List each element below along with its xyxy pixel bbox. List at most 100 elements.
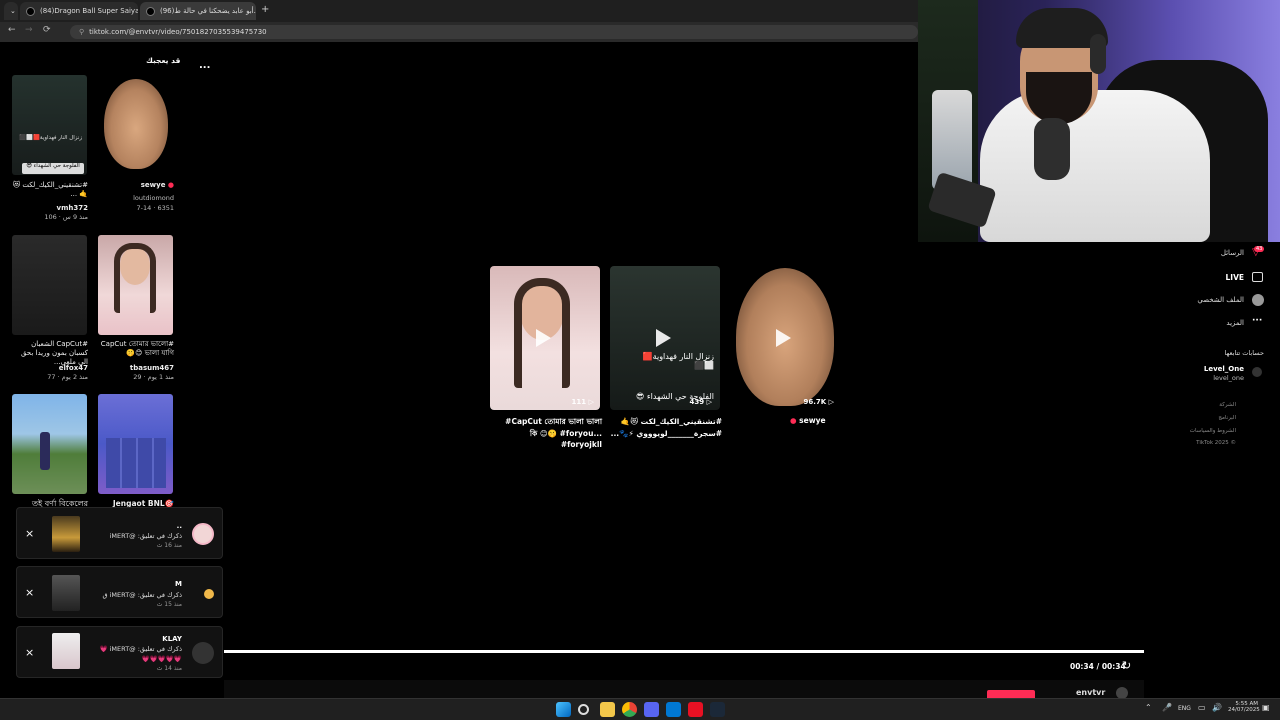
video-author[interactable]: loutdiomond [98,194,174,202]
address-bar[interactable]: ⚲ tiktok.com/@envtvr/video/7501827035539… [70,25,918,39]
video-author-name[interactable]: envtvr [1076,688,1105,697]
steam-icon[interactable] [710,702,725,717]
notification-toast[interactable]: × KLAY ذكرك في تعليق: @iMERT 💗 💗💗💗💗💗 منذ… [16,626,223,678]
tab-strip: ⌄ (84)Dragon Ball Super Saiyan A × (96)أ… [0,0,920,22]
close-notification-icon[interactable]: × [25,646,34,659]
footer-link-program[interactable]: البرنامج [1160,415,1236,421]
close-notification-icon[interactable]: × [25,527,34,540]
notification-toast[interactable]: × .. ذكرك في تعليق: @iMERT منذ 16 ث [16,507,223,559]
notification-time: منذ 15 ث [156,601,182,608]
app-icon[interactable] [688,702,703,717]
tab-title: (96)أبو عابد يضحكنا في حالة ط... [160,7,256,15]
video-meta: 106 · منذ 9 س [44,213,88,221]
grid-video-3[interactable]: 96.7K ▷ [730,266,840,410]
video-caption[interactable]: #CapCut الشعبان كسبان بمون وريدا بحق الي… [12,340,88,367]
video-thumbnail[interactable] [98,394,173,494]
video-author[interactable]: elfox47 [12,364,88,372]
grid-caption[interactable]: #سجرة_______لويوووي ⚡🐾... [610,428,722,439]
notification-thumbnail [52,633,80,669]
search-icon[interactable] [578,704,589,715]
grid-video-1[interactable]: 111 ▷ [490,266,600,410]
video-caption[interactable]: #CapCut তোমার ভালো ভালা যাগি 😊🤫 [98,340,174,358]
play-icon[interactable] [536,329,551,347]
footer-link-company[interactable]: الشركة [1160,402,1236,408]
video-thumbnail[interactable] [12,394,87,494]
avatar [192,642,214,664]
progress-fill [224,650,1144,653]
view-count-text: 96.7K [803,398,827,406]
reload-icon[interactable]: ⟳ [43,25,51,35]
thumbnail-overlay: زنزال النار فهداوية🟥⬜⬛ [19,135,82,141]
site-info-icon[interactable]: ⚲ [79,28,84,36]
more-options-icon[interactable]: ... [199,60,210,71]
grid-caption[interactable]: CapCut তোমার ভালা ভালা# [490,416,602,427]
tab-dragon-ball[interactable]: (84)Dragon Ball Super Saiyan A × [20,2,138,20]
verified-icon: ● [790,416,797,425]
live-icon[interactable] [1252,272,1263,282]
grid-video-2[interactable]: زنزال النار فهداوية🟥⬜⬛ الفلوجة حي الشهدا… [610,266,720,410]
discord-icon[interactable] [644,702,659,717]
tray-overflow-icon[interactable]: ⌃ [1145,703,1152,712]
back-icon[interactable]: ← [8,25,16,35]
tiktok-icon [146,6,155,16]
start-icon[interactable] [556,702,571,717]
video-thumbnail[interactable] [12,235,87,335]
microphone-icon[interactable]: 🎤 [1162,703,1172,712]
profile-avatar[interactable] [1252,294,1264,306]
notification-toast[interactable]: × M ذكرك في تعليق: @iMERT ق منذ 15 ث [16,566,223,618]
tab-list-button[interactable]: ⌄ [4,2,18,20]
post-button[interactable] [987,690,1035,698]
video-thumbnail[interactable] [98,75,173,175]
notification-text: ذكرك في تعليق: @iMERT ق [102,591,182,599]
volume-icon[interactable]: 🔊 [1212,703,1222,712]
verified-icon: ● [167,181,174,189]
game-grid [106,438,166,488]
language-indicator[interactable]: ENG [1178,705,1191,712]
messages-badge: 43 [1254,246,1265,252]
sidebar-item-profile[interactable]: الملف الشخصي [1180,296,1244,304]
video-caption[interactable]: #تشنقيني_الكيك_لكت 😻🤙 ... [12,181,88,199]
notification-bell-icon[interactable]: ▣ [1262,703,1270,712]
file-explorer-icon[interactable] [600,702,615,717]
view-count: 439 ▷ [689,398,712,406]
sidebar-item-more[interactable]: المزيد [1180,319,1244,327]
grid-author[interactable]: ● sewye [790,416,840,425]
progress-track[interactable] [224,650,1144,653]
forward-icon[interactable]: → [25,25,33,35]
play-icon[interactable] [656,329,671,347]
avatar [192,523,214,545]
video-caption[interactable]: sewye ● [98,181,174,189]
view-count: 111 ▷ [571,398,594,406]
notification-time: منذ 16 ث [156,542,182,549]
mail-icon[interactable] [666,702,681,717]
clock[interactable]: 5:55 AM 24/07/2025 [1228,701,1260,713]
url-text: tiktok.com/@envtvr/video/750182703553947… [89,28,267,36]
replay-icon[interactable]: ↻ [1122,659,1131,672]
following-avatar[interactable] [1252,367,1262,377]
video-thumbnail[interactable]: زنزال النار فهداوية🟥⬜⬛ الفلوجة حي الشهدا… [12,75,87,175]
hair-shape [114,243,156,313]
video-author[interactable]: tbasum467 [98,364,174,372]
following-name[interactable]: Level_One [1180,365,1244,373]
avatar [204,589,214,599]
tab-title: (84)Dragon Ball Super Saiyan A [40,7,138,15]
sidebar-item-messages[interactable]: الرسائل [1180,249,1244,257]
video-thumbnail[interactable] [98,235,173,335]
following-handle[interactable]: level_one [1180,374,1244,382]
grid-caption[interactable]: #تشنقيني_الكيك_لكت 😻🤙 [610,416,722,427]
webcam-overlay [918,0,1280,242]
video-author[interactable]: vmh372 [12,204,88,212]
close-notification-icon[interactable]: × [25,586,34,599]
tab-active[interactable]: (96)أبو عابد يضحكنا في حالة ط... × [140,2,256,20]
more-icon[interactable]: ··· [1252,316,1262,326]
sidebar-item-live[interactable]: LIVE [1180,273,1245,282]
play-icon[interactable] [776,329,791,347]
notification-user: KLAY [162,635,182,643]
sidebar-item-label: الرسائل [1220,249,1244,257]
new-tab-button[interactable]: + [261,4,269,15]
thumbnail-overlay: الفلوجة حي الشهداء 😎 [22,163,84,174]
network-icon[interactable]: ▭ [1198,703,1206,712]
chrome-icon[interactable] [622,702,637,717]
grid-caption[interactable]: ...কি 😊🤫 #foryou #foryojkll [490,428,602,450]
footer-link-terms[interactable]: الشروط والسياسات [1160,428,1236,434]
